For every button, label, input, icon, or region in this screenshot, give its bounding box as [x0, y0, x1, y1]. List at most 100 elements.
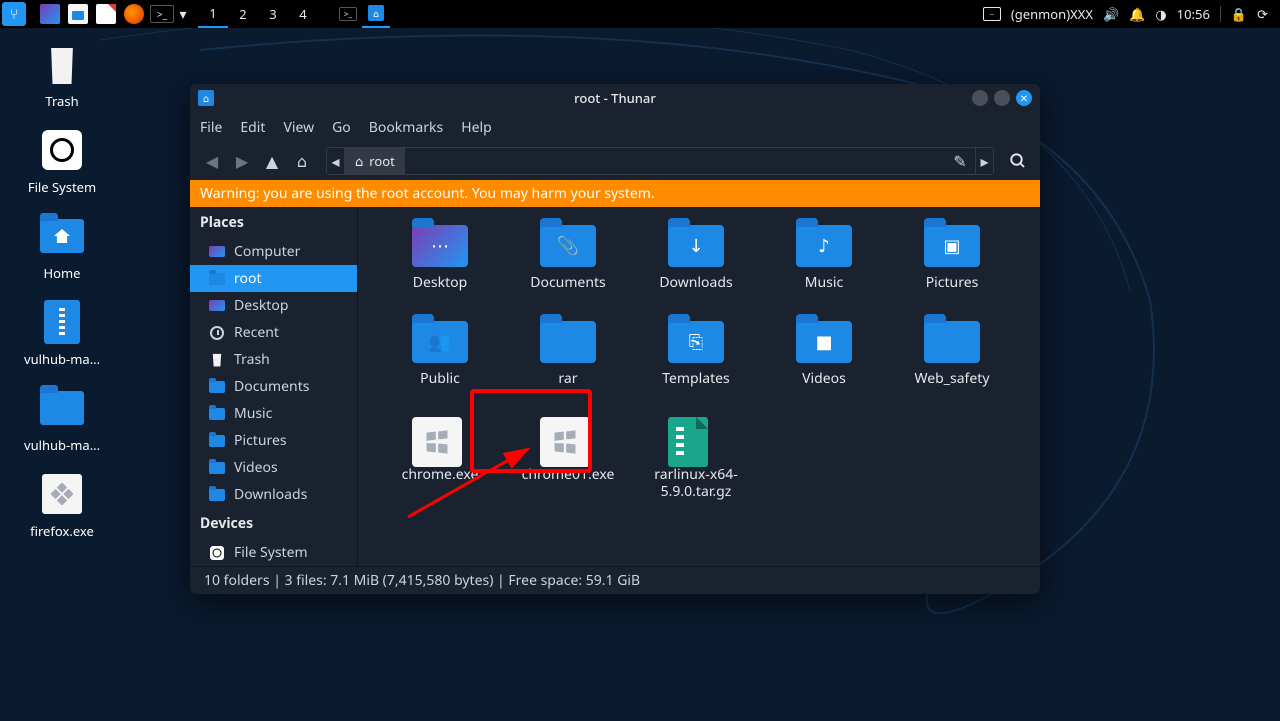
workspace-2[interactable]: 2	[228, 0, 258, 28]
menu-edit[interactable]: Edit	[240, 118, 265, 137]
folder-icon: 📎	[540, 225, 596, 269]
desktop-trash[interactable]: Trash	[8, 40, 116, 110]
file-item-rar[interactable]: rar	[504, 321, 632, 417]
menu-help[interactable]: Help	[461, 118, 492, 137]
terminal-dropdown-icon[interactable]: ▾	[176, 0, 190, 28]
file-item-pictures[interactable]: ▣Pictures	[888, 225, 1016, 321]
sidebar-item-music[interactable]: Music	[190, 400, 357, 427]
fs-icon	[208, 546, 226, 560]
file-item-music[interactable]: ♪Music	[760, 225, 888, 321]
desktop-home[interactable]: Home	[8, 212, 116, 282]
show-desktop-icon[interactable]	[36, 0, 64, 28]
content-area[interactable]: ⋯ Desktop 📎Documents↓Downloads♪Music▣Pictu…	[358, 207, 1040, 566]
path-history-icon[interactable]: ◂	[327, 148, 345, 174]
menu-view[interactable]: View	[283, 118, 314, 137]
archive-icon	[38, 298, 86, 346]
volume-icon[interactable]: 🔊	[1103, 5, 1119, 23]
workspace-1[interactable]: 1	[198, 0, 228, 28]
folder-icon	[208, 488, 226, 502]
exe-icon	[540, 417, 596, 461]
desktop-item-label: vulhub-ma…	[24, 436, 100, 454]
desktop-firefox-exe[interactable]: firefox.exe	[8, 470, 116, 540]
folder-icon	[924, 321, 980, 365]
file-item-web-safety[interactable]: Web_safety	[888, 321, 1016, 417]
maximize-button[interactable]	[994, 90, 1010, 106]
desktop-filesystem[interactable]: File System	[8, 126, 116, 196]
file-item-videos[interactable]: ■Videos	[760, 321, 888, 417]
sidebar-item-trash[interactable]: Trash	[190, 346, 357, 373]
home-folder-icon	[38, 212, 86, 260]
file-item-label: Desktop	[413, 275, 467, 292]
file-item-label: rarlinux-x64-5.9.0.tar.gz	[636, 467, 756, 501]
sidebar-item-downloads[interactable]: Downloads	[190, 481, 357, 508]
up-button[interactable]: ▲	[260, 149, 284, 173]
terminal-icon[interactable]: >_	[150, 5, 174, 23]
sidebar-item-root[interactable]: root	[190, 265, 357, 292]
sidebar-item-documents[interactable]: Documents	[190, 373, 357, 400]
desktop-item-label: firefox.exe	[30, 522, 94, 540]
folder-icon: ⋯	[412, 225, 468, 269]
workspace-4[interactable]: 4	[288, 0, 318, 28]
power-icon[interactable]: ◑	[1155, 5, 1166, 23]
file-item-documents[interactable]: 📎Documents	[504, 225, 632, 321]
file-item-label: chrome.exe	[402, 467, 479, 484]
sidebar-item-label: Trash	[234, 350, 270, 369]
desktop-vulhub-archive[interactable]: vulhub-ma…	[8, 298, 116, 368]
sidebar-item-computer[interactable]: Computer	[190, 238, 357, 265]
file-item-desktop[interactable]: ⋯ Desktop	[376, 225, 504, 321]
menu-file[interactable]: File	[200, 118, 222, 137]
edit-path-icon[interactable]: ✎	[945, 149, 975, 173]
exe-icon	[412, 417, 468, 461]
workspace-3[interactable]: 3	[258, 0, 288, 28]
desktop-icon	[208, 245, 226, 259]
places-header: Places	[190, 207, 357, 238]
file-item-rarlinux-x64-5-9-0-tar-gz[interactable]: rarlinux-x64-5.9.0.tar.gz	[632, 417, 760, 513]
menu-go[interactable]: Go	[332, 118, 351, 137]
sidebar-item-label: Recent	[234, 323, 279, 342]
devices-header: Devices	[190, 508, 357, 539]
logout-icon[interactable]: ⟳	[1257, 5, 1268, 23]
home-button[interactable]: ⌂	[290, 149, 314, 173]
file-item-label: Public	[420, 371, 460, 388]
pathbar: ◂ ⌂root ✎ ▸	[326, 147, 994, 175]
menu-bookmarks[interactable]: Bookmarks	[369, 118, 443, 137]
app-icon: ⌂	[198, 90, 214, 106]
desktop-vulhub-folder[interactable]: vulhub-ma…	[8, 384, 116, 454]
back-button[interactable]: ◀	[200, 149, 224, 173]
lock-icon[interactable]: 🔒	[1231, 5, 1247, 23]
files-icon[interactable]	[64, 0, 92, 28]
sidebar-item-desktop[interactable]: Desktop	[190, 292, 357, 319]
file-item-chrome01-exe[interactable]: chrome01.exe	[504, 417, 632, 513]
sidebar-item-videos[interactable]: Videos	[190, 454, 357, 481]
taskbar-app-thunar[interactable]: ⌂	[362, 0, 390, 28]
drive-icon	[38, 126, 86, 174]
firefox-icon[interactable]	[120, 0, 148, 28]
folder-icon: ♪	[796, 225, 852, 269]
taskbar-app-terminal[interactable]: >_	[334, 0, 362, 28]
titlebar[interactable]: ⌂ root - Thunar	[190, 84, 1040, 112]
network-manager-icon[interactable]: ⎯	[983, 7, 1001, 21]
root-warning: Warning: you are using the root account.…	[190, 180, 1040, 207]
sidebar-item-label: Documents	[234, 377, 309, 396]
file-item-templates[interactable]: ⎘Templates	[632, 321, 760, 417]
path-segment-root[interactable]: ⌂root	[345, 148, 405, 174]
sidebar-item-pictures[interactable]: Pictures	[190, 427, 357, 454]
sidebar-item-file-system[interactable]: File System	[190, 539, 357, 566]
notifications-icon[interactable]: 🔔	[1129, 5, 1145, 23]
minimize-button[interactable]	[972, 90, 988, 106]
folder-icon: ■	[796, 321, 852, 365]
file-item-public[interactable]: 👥Public	[376, 321, 504, 417]
file-item-downloads[interactable]: ↓Downloads	[632, 225, 760, 321]
search-icon[interactable]	[1006, 149, 1030, 173]
clock[interactable]: 10:56	[1177, 5, 1210, 23]
text-editor-icon[interactable]	[92, 0, 120, 28]
close-button[interactable]	[1016, 90, 1032, 106]
path-forward-icon[interactable]: ▸	[975, 148, 993, 174]
desktop-icon	[208, 299, 226, 313]
file-item-chrome-exe[interactable]: chrome.exe	[376, 417, 504, 513]
genmon-indicator[interactable]: (genmon)XXX	[1011, 5, 1093, 23]
file-item-label: Templates	[662, 371, 730, 388]
sidebar-item-recent[interactable]: Recent	[190, 319, 357, 346]
menu-kali-icon[interactable]: ⑂	[0, 0, 28, 28]
forward-button[interactable]: ▶	[230, 149, 254, 173]
